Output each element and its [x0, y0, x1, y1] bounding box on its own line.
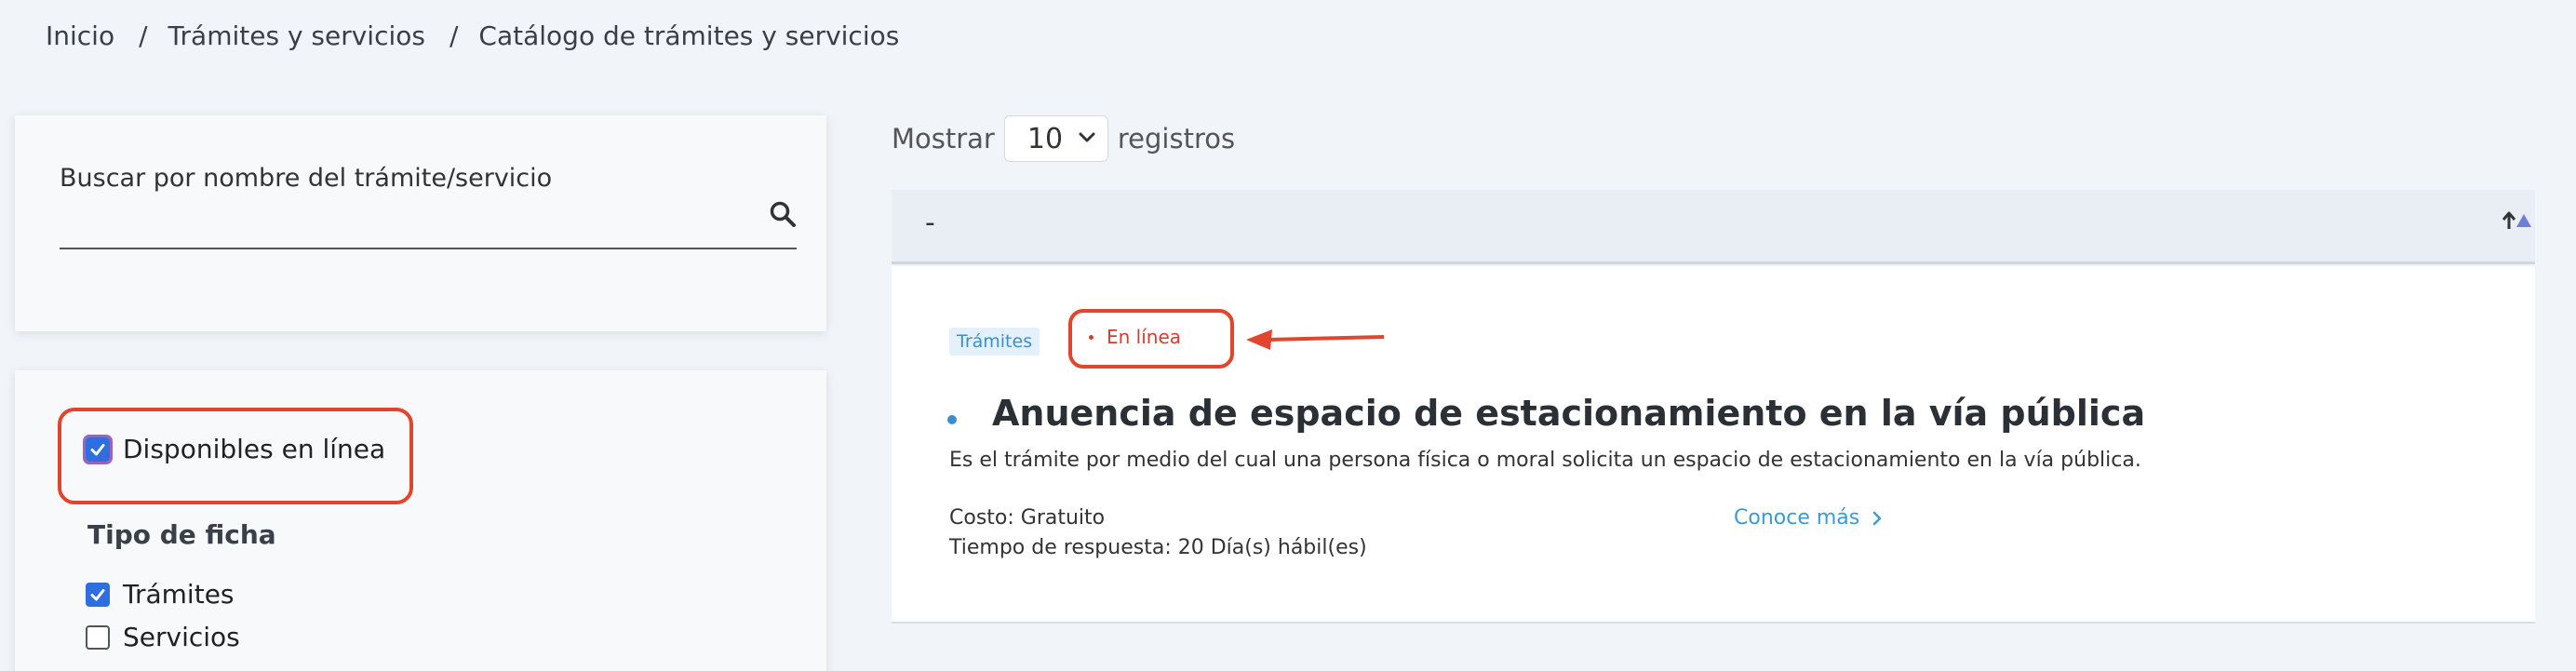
- page-size-value: 10: [1026, 122, 1064, 155]
- learn-more-label: Conoce más: [1734, 506, 1860, 530]
- online-badge-label: En línea: [1107, 326, 1182, 348]
- bullet-icon: [947, 415, 957, 424]
- breadcrumb-home[interactable]: Inicio: [46, 20, 114, 51]
- chevron-right-icon: [1872, 511, 1882, 525]
- annotation-arrow-icon: [1246, 329, 1385, 350]
- result-description: Es el trámite por medio del cual una per…: [949, 449, 2141, 472]
- breadcrumb-tramites[interactable]: Trámites y servicios: [168, 20, 425, 51]
- type-filter-title: Tipo de ficha: [87, 519, 276, 550]
- type-badge: Trámites: [949, 328, 1040, 356]
- dot-icon: [1089, 334, 1093, 340]
- filter-tramites[interactable]: Trámites: [86, 579, 235, 610]
- page: Inicio / Trámites y servicios / Catálogo…: [0, 0, 2576, 671]
- breadcrumb-separator: /: [139, 20, 148, 51]
- result-response-time: Tiempo de respuesta: 20 Día(s) hábil(es): [949, 536, 1367, 559]
- search-label: Buscar por nombre del trámite/servicio: [60, 164, 553, 193]
- breadcrumb-separator: /: [449, 20, 459, 51]
- page-size-select[interactable]: 10: [1003, 115, 1108, 162]
- online-checkbox-label: Disponibles en línea: [123, 434, 386, 464]
- online-badge: En línea: [1089, 326, 1181, 348]
- search-icon[interactable]: [769, 200, 797, 228]
- result-cost: Costo: Gratuito: [949, 506, 1106, 530]
- breadcrumb-current: Catálogo de trámites y servicios: [478, 20, 900, 51]
- table-header: -: [892, 190, 2535, 264]
- servicios-checkbox[interactable]: [86, 624, 110, 650]
- chevron-down-icon: [1079, 132, 1095, 142]
- tramites-checkbox[interactable]: [86, 582, 110, 607]
- records-label: registros: [1117, 123, 1236, 154]
- check-icon: [90, 588, 105, 600]
- tramites-checkbox-label: Trámites: [123, 579, 235, 610]
- check-icon: [90, 443, 105, 455]
- servicios-checkbox-label: Servicios: [123, 622, 240, 652]
- result-card: Trámites En línea Anuencia de espacio de…: [892, 266, 2535, 624]
- table-header-text: -: [925, 207, 935, 239]
- search-panel: Buscar por nombre del trámite/servicio: [15, 115, 826, 331]
- breadcrumb: Inicio / Trámites y servicios / Catálogo…: [46, 20, 899, 51]
- search-input[interactable]: [60, 205, 797, 249]
- sort-asc-icon[interactable]: [2502, 210, 2533, 233]
- show-label: Mostrar: [892, 123, 995, 154]
- filter-servicios[interactable]: Servicios: [86, 622, 240, 652]
- result-title[interactable]: Anuencia de espacio de estacionamiento e…: [992, 393, 2145, 434]
- page-size-control: Mostrar 10 registros: [892, 115, 1235, 162]
- learn-more-link[interactable]: Conoce más: [1734, 506, 1882, 530]
- online-checkbox[interactable]: [83, 434, 113, 464]
- filter-online[interactable]: Disponibles en línea: [83, 434, 386, 464]
